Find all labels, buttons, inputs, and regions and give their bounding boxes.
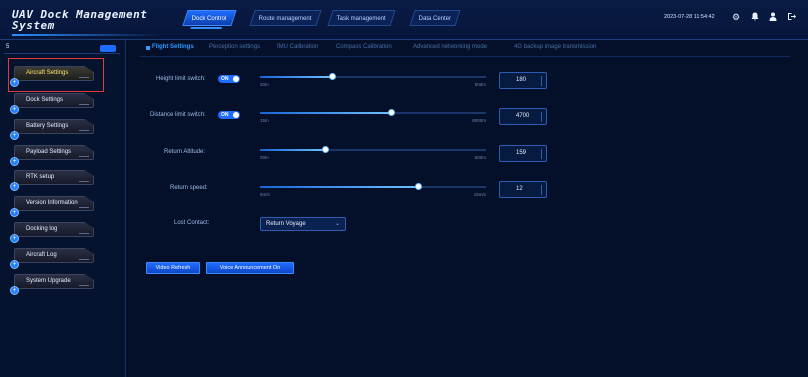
height-limit-switch[interactable]: ON xyxy=(218,75,240,83)
sidebar-toggle[interactable] xyxy=(100,45,116,52)
plus-icon: + xyxy=(10,182,19,191)
sidebar-item-version-information[interactable]: Version Information xyxy=(14,196,94,211)
title-underline xyxy=(12,34,162,36)
sidebar-item-system-upgrade[interactable]: System Upgrade xyxy=(14,274,94,289)
sidebar-item-label: Docking log xyxy=(26,226,58,232)
return-altitude-input[interactable]: 159 xyxy=(499,145,547,162)
lost-contact-label: Lost Contact: xyxy=(174,220,210,226)
height-limit-slider[interactable]: 20m 500m xyxy=(260,73,486,89)
app-header: UAV Dock Management System Dock Control … xyxy=(0,0,808,40)
distance-limit-slider[interactable]: 15m 8000m xyxy=(260,109,486,125)
slider-max: 500m xyxy=(474,155,486,160)
selection-highlight xyxy=(8,58,104,92)
voice-announcement-button[interactable]: Voice Announcement On xyxy=(206,262,294,274)
return-speed-label: Return speed: xyxy=(170,185,208,191)
nav-tab-task-management[interactable]: Task management xyxy=(327,10,396,26)
dock-count: 5 xyxy=(6,44,10,50)
slider-thumb[interactable] xyxy=(387,109,395,116)
plus-icon: + xyxy=(10,208,19,217)
sidebar-item-dock-settings[interactable]: Dock Settings xyxy=(14,93,94,108)
nav-tab-route-management[interactable]: Route management xyxy=(249,10,322,26)
bell-icon[interactable] xyxy=(750,12,760,22)
plus-icon: + xyxy=(10,157,19,166)
tab-flight-settings[interactable]: Flight Settings xyxy=(152,44,194,50)
distance-limit-label: Distance limit switch: xyxy=(150,112,206,118)
slider-min: 20m xyxy=(260,155,269,160)
distance-limit-switch[interactable]: ON xyxy=(218,111,240,119)
nav-tab-dock-control[interactable]: Dock Control xyxy=(182,10,237,26)
sidebar-item-payload-settings[interactable]: Payload Settings xyxy=(14,145,94,160)
sidebar-item-label: Version Information xyxy=(26,200,78,206)
sidebar-item-rtk-setup[interactable]: RTK setup xyxy=(14,170,94,185)
sidebar-item-docking-log[interactable]: Docking log xyxy=(14,222,94,237)
return-speed-input[interactable]: 12 xyxy=(499,181,547,198)
plus-icon: + xyxy=(10,105,19,114)
video-refresh-button[interactable]: Video Refresh xyxy=(146,262,200,274)
chevron-down-icon: ⌄ xyxy=(334,221,340,227)
settings-tabs: Flight Settings Perception settings IMU … xyxy=(130,44,790,54)
logout-icon[interactable] xyxy=(786,12,796,22)
main-panel: Flight Settings Perception settings IMU … xyxy=(130,40,808,377)
gear-icon[interactable]: ⚙ xyxy=(731,12,741,22)
slider-thumb[interactable] xyxy=(414,183,422,190)
slider-max: 15m/s xyxy=(473,192,486,197)
nav-tab-data-center[interactable]: Data Center xyxy=(409,10,461,26)
tab-imu-calibration[interactable]: IMU Calibration xyxy=(277,44,318,50)
active-tab-indicator xyxy=(146,46,150,50)
tab-advanced-networking-mode[interactable]: Advanced networking mode xyxy=(413,44,487,50)
sidebar-item-label: System Upgrade xyxy=(26,278,71,284)
plus-icon: + xyxy=(10,286,19,295)
tab-divider xyxy=(140,56,790,57)
tab-4g-backup[interactable]: 4G backup image transmission xyxy=(514,44,596,50)
slider-min: 15m xyxy=(260,118,269,123)
return-altitude-slider[interactable]: 20m 500m xyxy=(260,146,486,162)
sidebar-item-battery-settings[interactable]: Battery Settings xyxy=(14,119,94,134)
sidebar-header: 5 xyxy=(4,44,120,54)
return-altitude-label: Return Altitude: xyxy=(164,149,206,155)
height-limit-input[interactable]: 180 xyxy=(499,72,547,89)
sidebar-item-label: RTK setup xyxy=(26,174,55,180)
plus-icon: + xyxy=(10,260,19,269)
height-limit-label: Height limit switch: xyxy=(156,76,206,82)
slider-min: 5m/s xyxy=(260,192,270,197)
lost-contact-select[interactable]: Return Voyage ⌄ xyxy=(260,217,346,231)
user-icon[interactable] xyxy=(768,12,778,22)
return-speed-slider[interactable]: 5m/s 15m/s xyxy=(260,183,486,199)
slider-max: 500m xyxy=(474,82,486,87)
tab-perception-settings[interactable]: Perception settings xyxy=(209,44,260,50)
slider-min: 20m xyxy=(260,82,269,87)
sidebar-item-label: Battery Settings xyxy=(26,123,69,129)
sidebar-item-label: Aircraft Log xyxy=(26,252,57,258)
datetime: 2023-07-28 11:54:42 xyxy=(664,14,715,20)
distance-limit-input[interactable]: 4700 xyxy=(499,108,547,125)
sidebar-item-label: Dock Settings xyxy=(26,97,64,103)
app-title: UAV Dock Management System xyxy=(12,8,148,32)
slider-thumb[interactable] xyxy=(328,73,336,80)
tab-compass-calibration[interactable]: Compass Calibration xyxy=(336,44,392,50)
plus-icon: + xyxy=(10,234,19,243)
slider-thumb[interactable] xyxy=(322,146,330,153)
sidebar-item-label: Payload Settings xyxy=(26,149,72,155)
sidebar-item-aircraft-log[interactable]: Aircraft Log xyxy=(14,248,94,263)
plus-icon: + xyxy=(10,131,19,140)
slider-max: 8000m xyxy=(472,118,486,123)
